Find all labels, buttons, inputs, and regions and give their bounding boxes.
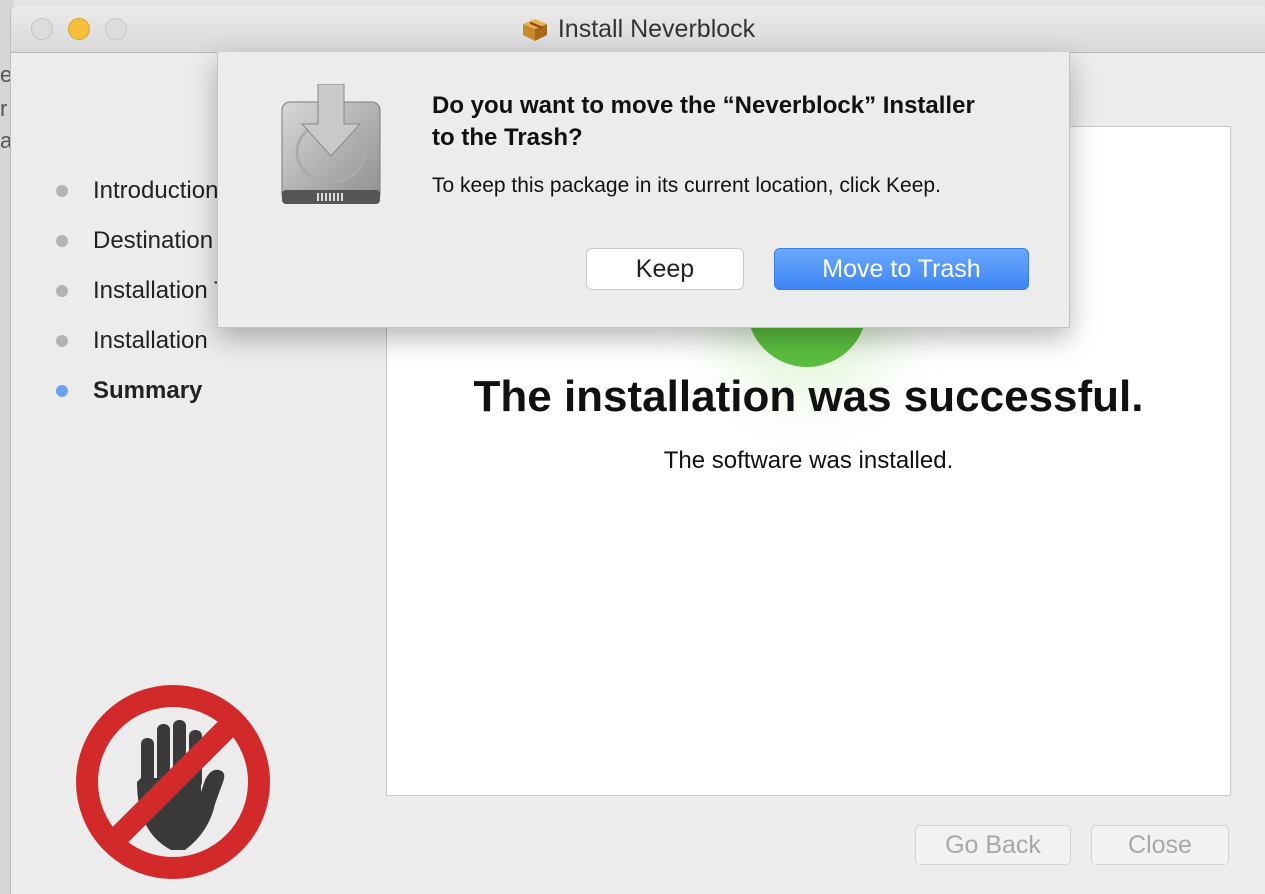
move-to-trash-dialog: Do you want to move the “Neverblock” Ins… bbox=[217, 52, 1070, 328]
close-button[interactable]: Close bbox=[1091, 825, 1229, 865]
step-dot bbox=[56, 335, 68, 347]
stop-hand-logo-icon bbox=[76, 685, 270, 879]
step-label: Installation bbox=[93, 327, 208, 354]
move-to-trash-button[interactable]: Move to Trash bbox=[774, 248, 1029, 290]
step-summary: Summary bbox=[41, 366, 286, 416]
window-title: Install Neverblock bbox=[557, 15, 756, 43]
title-bar[interactable]: Install Neverblock bbox=[11, 6, 1265, 53]
step-label: Summary bbox=[93, 377, 203, 404]
step-dot bbox=[56, 235, 68, 247]
step-dot-active bbox=[56, 385, 68, 397]
go-back-button[interactable]: Go Back bbox=[915, 825, 1071, 865]
dialog-title: Do you want to move the “Neverblock” Ins… bbox=[432, 92, 975, 151]
installer-disk-icon bbox=[281, 84, 381, 204]
success-message: The software was installed. bbox=[663, 447, 954, 474]
keep-button[interactable]: Keep bbox=[586, 248, 744, 290]
step-dot bbox=[56, 185, 68, 197]
success-heading: The installation was successful. bbox=[473, 372, 1144, 421]
step-label: Introduction bbox=[93, 177, 219, 204]
step-dot bbox=[56, 285, 68, 297]
package-icon bbox=[522, 18, 547, 41]
dialog-message: To keep this package in its current loca… bbox=[432, 174, 941, 197]
background-text: r bbox=[0, 96, 8, 121]
